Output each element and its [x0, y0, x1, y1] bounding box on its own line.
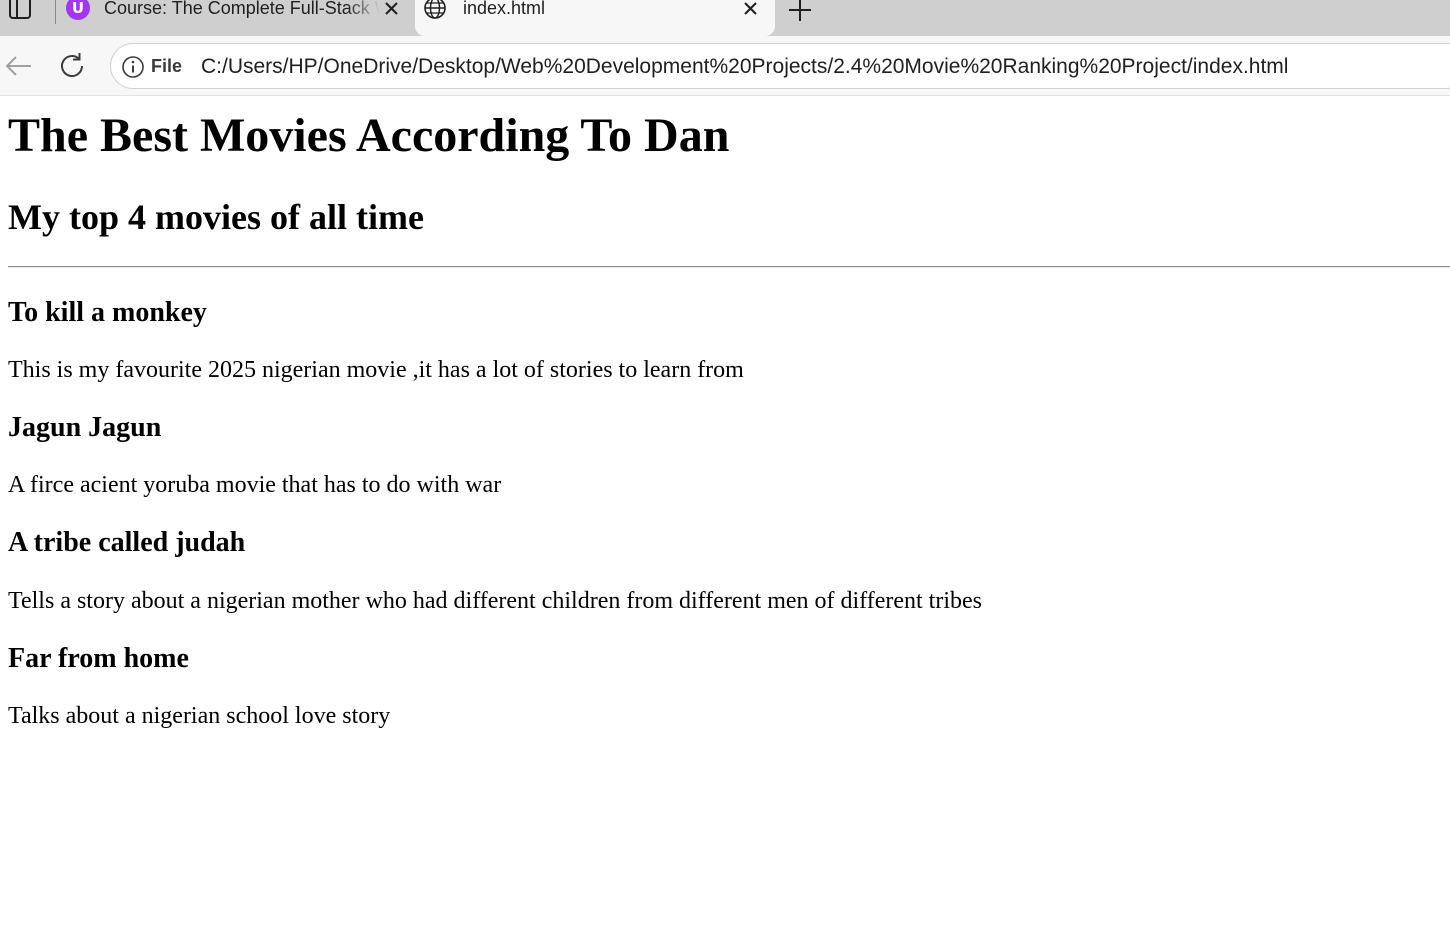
movie-title: Jagun Jagun — [8, 412, 162, 443]
page-title: The Best Movies According To Dan — [8, 109, 730, 162]
movie-title: Far from home — [8, 643, 189, 674]
tab-index-title: index.html — [463, 0, 546, 18]
tab-course[interactable]: U Course: The Complete Full-Stack Web — [60, 0, 415, 36]
divider — [8, 266, 1450, 268]
movie-description: This is my favourite 2025 nigerian movie… — [8, 357, 744, 383]
reload-icon[interactable] — [56, 50, 88, 82]
close-icon[interactable] — [741, 0, 761, 20]
tab-actions-button[interactable] — [0, 0, 40, 36]
tab-index-html[interactable]: index.html — [415, 0, 775, 36]
tab-actions-icon — [8, 0, 32, 22]
page-subtitle: My top 4 movies of all time — [8, 197, 424, 237]
movie-title: A tribe called judah — [8, 527, 246, 558]
tab-separator — [55, 0, 56, 24]
udemy-icon: U — [66, 0, 90, 20]
movie-description: Talks about a nigerian school love story — [8, 703, 391, 729]
tab-strip: U Course: The Complete Full-Stack Web in… — [0, 0, 1450, 36]
movie-title: To kill a monkey — [8, 297, 207, 328]
movie-description: A firce acient yoruba movie that has to … — [8, 472, 502, 498]
globe-icon — [423, 0, 447, 20]
close-icon[interactable] — [382, 0, 402, 20]
address-bar[interactable]: File C:/Users/HP/OneDrive/Desktop/Web%20… — [110, 43, 1450, 89]
browser-toolbar: File C:/Users/HP/OneDrive/Desktop/Web%20… — [0, 36, 1450, 96]
movie-description: Tells a story about a nigerian mother wh… — [8, 588, 983, 614]
url-text[interactable]: C:/Users/HP/OneDrive/Desktop/Web%20Devel… — [201, 55, 1288, 79]
info-icon — [121, 55, 145, 79]
back-arrow-icon[interactable] — [2, 50, 34, 82]
new-tab-icon[interactable] — [786, 0, 814, 24]
site-info-label: File — [151, 56, 183, 76]
tab-course-title: Course: The Complete Full-Stack Web — [104, 0, 380, 18]
